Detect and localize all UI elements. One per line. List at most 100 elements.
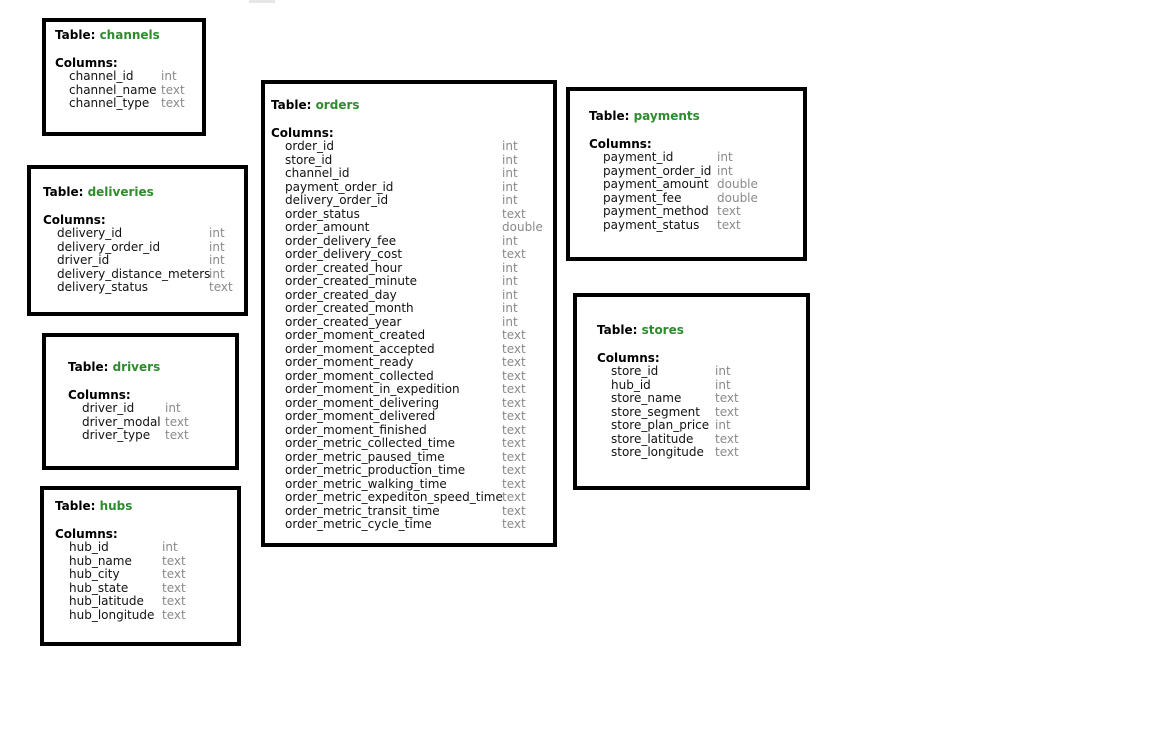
column-type: int [502,152,518,167]
column-type: int [209,253,225,267]
column-type: text [502,476,526,491]
column-name: store_name [611,391,682,405]
columns-label: Columns: [55,527,118,541]
column-name: payment_amount [603,177,709,191]
table-name: payments [633,109,700,123]
column-type: text [715,431,739,446]
table-title: Table: channels [55,28,160,42]
column-name: payment_id [603,150,674,164]
column-type: text [502,206,526,221]
column-name: order_metric_walking_time [285,476,447,491]
table-title: Table: drivers [68,360,160,374]
decorative-tick [249,0,275,3]
column-name: store_segment [611,404,700,419]
column-name: payment_order_id [285,179,394,194]
column-name: order_moment_delivering [285,395,440,410]
column-type: text [502,517,526,531]
column-name: order_created_day [285,287,397,302]
column-name: driver_id [57,253,110,267]
table-title-prefix: Table: [589,109,634,123]
table-name: deliveries [87,185,154,199]
column-type: int [717,150,733,164]
column-type: int [502,301,518,315]
column-type: text [162,580,186,595]
column-type: text [715,391,739,405]
column-type: text [502,247,526,261]
column-name: delivery_order_id [57,239,161,254]
column-type: int [209,226,225,240]
column-type: int [715,377,731,392]
table-title: Table: hubs [55,499,132,513]
column-name: payment_status [603,217,700,232]
column-name: hub_city [69,567,120,581]
column-name: order_id [285,139,334,153]
column-name: hub_state [69,580,129,595]
column-name: hub_id [611,377,651,392]
column-name: order_metric_paused_time [285,449,445,464]
column-name: driver_id [82,401,135,415]
column-name: delivery_order_id [285,193,389,207]
column-name: order_moment_accepted [285,341,435,356]
column-name: payment_fee [603,190,682,205]
column-name: order_created_hour [285,260,403,275]
column-type: double [502,220,543,234]
column-name: order_metric_cycle_time [285,517,432,531]
column-name: channel_type [69,96,150,110]
column-name: channel_name [69,82,157,97]
table-title-prefix: Table: [271,98,316,112]
column-type: text [165,414,189,429]
column-type: text [502,382,526,396]
column-name: order_created_minute [285,274,418,288]
column-name: payment_order_id [603,163,712,178]
column-name: order_moment_ready [285,355,414,369]
column-type: double [717,177,758,191]
column-type: int [502,274,518,288]
table-hubs: Table: hubs Columns: hub_id int hub_name te… [40,486,241,646]
column-name: order_created_year [285,314,402,329]
column-type: text [717,217,741,232]
column-type: text [715,404,739,419]
table-title-prefix: Table: [43,185,88,199]
column-name: order_moment_in_expedition [285,382,460,396]
table-stores: Table: stores Columns: store_id int hub_id… [573,293,810,490]
table-title-prefix: Table: [597,323,642,337]
table-title: Table: deliveries [43,185,154,199]
column-type: int [715,364,731,378]
column-name: store_latitude [611,431,694,446]
column-name: hub_id [69,540,109,554]
column-type: text [161,96,185,110]
column-type: text [502,368,526,383]
column-name: store_id [285,152,333,167]
column-type: text [502,490,526,504]
column-type: text [502,463,526,477]
column-name: order_moment_delivered [285,409,436,423]
column-name: hub_latitude [69,594,144,608]
columns-label: Columns: [68,388,131,402]
column-name: order_metric_expediton_speed_time [285,490,503,504]
columns-label: Columns: [271,126,334,140]
column-type: text [162,607,186,622]
table-orders: Table: orders Columns: order_idint store_… [261,80,557,547]
column-type: text [715,445,739,459]
column-name: store_longitude [611,445,704,459]
column-type: text [502,436,526,450]
column-type: text [209,280,233,294]
column-type: int [209,266,225,281]
table-name: stores [641,323,684,337]
column-type: text [502,449,526,464]
column-name: order_moment_collected [285,368,434,383]
column-type: int [502,193,518,207]
table-title: Table: stores [597,323,684,337]
table-title: Table: orders [271,98,360,112]
table-title: Table: payments [589,109,700,123]
column-type: int [162,540,178,554]
column-name: order_moment_created [285,328,426,342]
column-type: text [502,503,526,518]
column-name: order_created_month [285,301,414,315]
column-name: delivery_status [57,280,149,294]
table-name: orders [315,98,360,112]
column-type: text [165,428,189,442]
column-name: hub_longitude [69,607,155,622]
column-type: text [162,553,186,568]
column-type: int [209,239,225,254]
